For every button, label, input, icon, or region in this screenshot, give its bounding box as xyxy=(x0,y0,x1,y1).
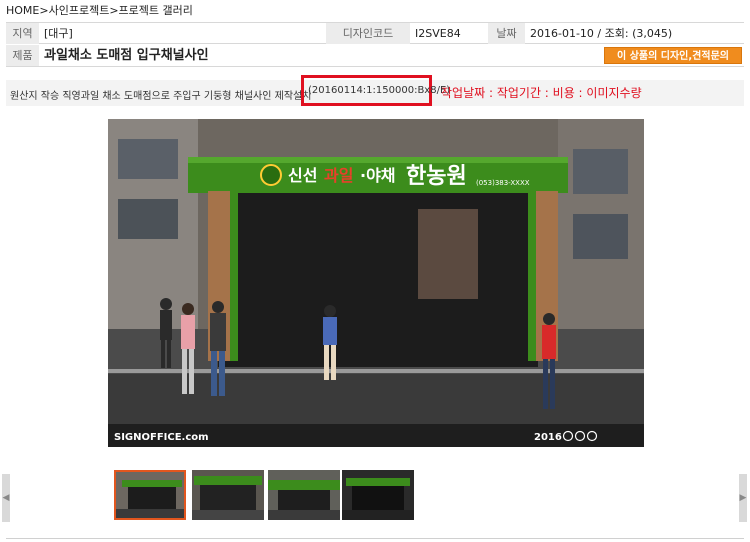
breadcrumb-sign-project[interactable]: >사인프로젝트 xyxy=(39,4,109,17)
thumbnail-4-image xyxy=(342,470,414,520)
product-name: 과일채소 도매점 입구채널사인 xyxy=(44,48,209,63)
thumbnail-2[interactable] xyxy=(192,470,264,520)
region-label: 지역 xyxy=(6,23,39,44)
sign-text-c: ·야채 xyxy=(360,166,396,185)
breadcrumb-home[interactable]: HOME xyxy=(6,4,39,17)
info-row-meta: 지역 [대구] 디자인코드 I2SVE84 날짜 2016-01-10 / 조회… xyxy=(6,22,744,44)
thumbnail-3[interactable] xyxy=(268,470,340,520)
breadcrumb: HOME>사인프로젝트>프로젝트 갤러리 xyxy=(6,2,193,18)
sign-text-a: 신선 xyxy=(288,166,317,185)
date-label: 날짜 xyxy=(488,23,525,44)
bottom-divider xyxy=(6,538,744,539)
thumbnail-4[interactable] xyxy=(342,470,414,520)
sign-text-b: 과일 xyxy=(324,166,353,185)
design-code-label: 디자인코드 xyxy=(326,23,410,44)
product-label: 제품 xyxy=(6,45,39,66)
storefront-illustration: 신선 과일 ·야채 한농원 (053)383-XXXX SIGNOFFICE.c… xyxy=(108,119,644,447)
thumbnail-3-image xyxy=(268,470,340,520)
design-inquiry-button[interactable]: 이 상품의 디자인,견적문의 xyxy=(604,47,742,64)
region-value: [대구] xyxy=(44,27,73,40)
thumbnail-prev-button[interactable]: ◀ xyxy=(2,474,10,522)
thumbnail-2-image xyxy=(192,470,264,520)
description-text: 원산지 작승 직영과일 채소 도매점으로 주입구 기둥형 채널사인 제작설치 xyxy=(10,91,312,102)
breadcrumb-project-gallery[interactable]: >프로젝트 갤러리 xyxy=(109,4,193,17)
main-project-image[interactable]: 신선 과일 ·야채 한농원 (053)383-XXXX SIGNOFFICE.c… xyxy=(108,119,644,447)
sign-brand: 한농원 xyxy=(406,163,467,189)
thumbnail-next-button[interactable]: ▶ xyxy=(739,474,747,522)
description-code: (20160114:1:150000:Bx8/E) xyxy=(301,75,450,106)
description-annotation: 작업날짜 : 작업기간 : 비용 : 이미지수량 xyxy=(441,86,642,100)
info-row-product: 제품 과일채소 도매점 입구채널사인 이 상품의 디자인,견적문의 xyxy=(6,45,744,67)
watermark-text: SIGNOFFICE.com xyxy=(114,432,209,443)
date-value: 2016-01-10 / 조회: (3,045) xyxy=(530,27,673,40)
sign-phone: (053)383-XXXX xyxy=(476,179,530,187)
design-code-value: I2SVE84 xyxy=(415,27,461,40)
year-badge: 2016 xyxy=(534,432,562,443)
thumbnail-1[interactable] xyxy=(114,470,186,520)
thumbnail-1-image xyxy=(116,472,184,518)
